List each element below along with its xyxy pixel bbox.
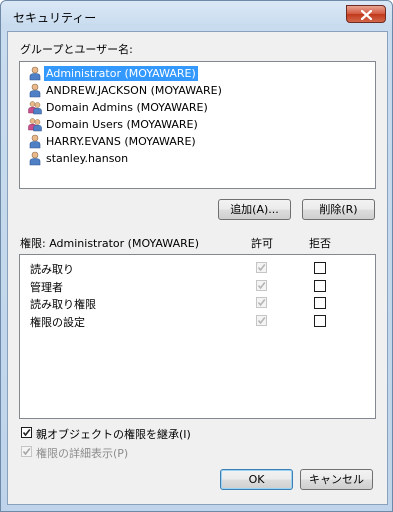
list-item-user[interactable]: Domain Admins (MOYAWARE): [28, 99, 210, 115]
permission-name: 管理者: [30, 280, 63, 294]
user-name: stanley.hanson: [46, 151, 129, 165]
permission-row: 管理者: [20, 277, 375, 295]
groups-label: グループとユーザー名:: [20, 43, 133, 56]
permission-name: 権限の設定: [30, 315, 85, 329]
user-name: Domain Admins (MOYAWARE): [46, 100, 208, 114]
allow-checkbox: [256, 314, 267, 326]
show-details-label: 権限の詳細表示(P): [36, 447, 129, 460]
cancel-button[interactable]: キャンセル: [300, 469, 373, 490]
list-item-user[interactable]: stanley.hanson: [28, 150, 130, 166]
remove-button[interactable]: 削除(R): [302, 199, 375, 220]
deny-column-header: 拒否: [309, 237, 331, 250]
allow-checkbox: [256, 279, 267, 291]
user-name: HARRY.EVANS (MOYAWARE): [46, 134, 196, 148]
user-name: ANDREW.JACKSON (MOYAWARE): [46, 83, 222, 97]
permission-row: 権限の設定: [20, 312, 375, 330]
close-icon: [361, 10, 372, 20]
dialog-client-area: グループとユーザー名: Administrator (MOYAWARE) ANDR…: [7, 31, 388, 505]
deny-checkbox[interactable]: [314, 314, 326, 327]
permissions-list[interactable]: 読み取り管理者読み取り権限 権限の設定: [19, 254, 376, 419]
add-button[interactable]: 追加(A)...: [218, 199, 291, 220]
deny-checkbox[interactable]: [314, 262, 326, 274]
allow-checkbox: [256, 262, 267, 273]
security-dialog: セキュリティー グループとユーザー名: Administrator (MOYAW…: [0, 0, 393, 512]
inherit-label[interactable]: 親オブジェクトの権限を継承(I): [36, 426, 191, 442]
list-item-user[interactable]: Domain Users (MOYAWARE): [28, 116, 200, 132]
show-details-checkbox: [21, 446, 32, 457]
user-icon: [28, 151, 42, 166]
list-item-user[interactable]: Administrator (MOYAWARE): [28, 65, 198, 81]
groups-list[interactable]: Administrator (MOYAWARE) ANDREW.JACKSON (…: [19, 61, 376, 189]
permission-row: 読み取り権限: [20, 294, 375, 312]
user-icon: [28, 66, 42, 81]
permission-row: 読み取り: [20, 259, 375, 277]
window-title: セキュリティー: [13, 11, 97, 25]
close-button[interactable]: [346, 5, 386, 23]
list-item-user[interactable]: HARRY.EVANS (MOYAWARE): [28, 133, 198, 149]
deny-checkbox[interactable]: [314, 297, 326, 309]
allow-column-header: 許可: [251, 237, 273, 250]
deny-checkbox[interactable]: [314, 279, 326, 292]
inherit-checkbox[interactable]: [21, 427, 32, 438]
group-icon: [28, 100, 42, 115]
group-icon: [28, 117, 42, 132]
permission-name: 読み取り権限: [30, 298, 96, 311]
checkmark-icon: [22, 429, 31, 437]
ok-button[interactable]: OK: [220, 469, 293, 490]
list-item-user[interactable]: ANDREW.JACKSON (MOYAWARE): [28, 82, 224, 98]
user-name: Administrator (MOYAWARE): [44, 65, 198, 81]
checkmark-icon: [22, 448, 31, 456]
user-name: Domain Users (MOYAWARE): [46, 117, 198, 131]
user-icon: [28, 134, 42, 149]
user-icon: [28, 83, 42, 98]
allow-checkbox: [256, 297, 267, 308]
permissions-header: 権限: Administrator (MOYAWARE): [20, 237, 199, 250]
title-bar[interactable]: セキュリティー: [1, 1, 392, 29]
permission-name: 読み取り: [30, 263, 74, 276]
